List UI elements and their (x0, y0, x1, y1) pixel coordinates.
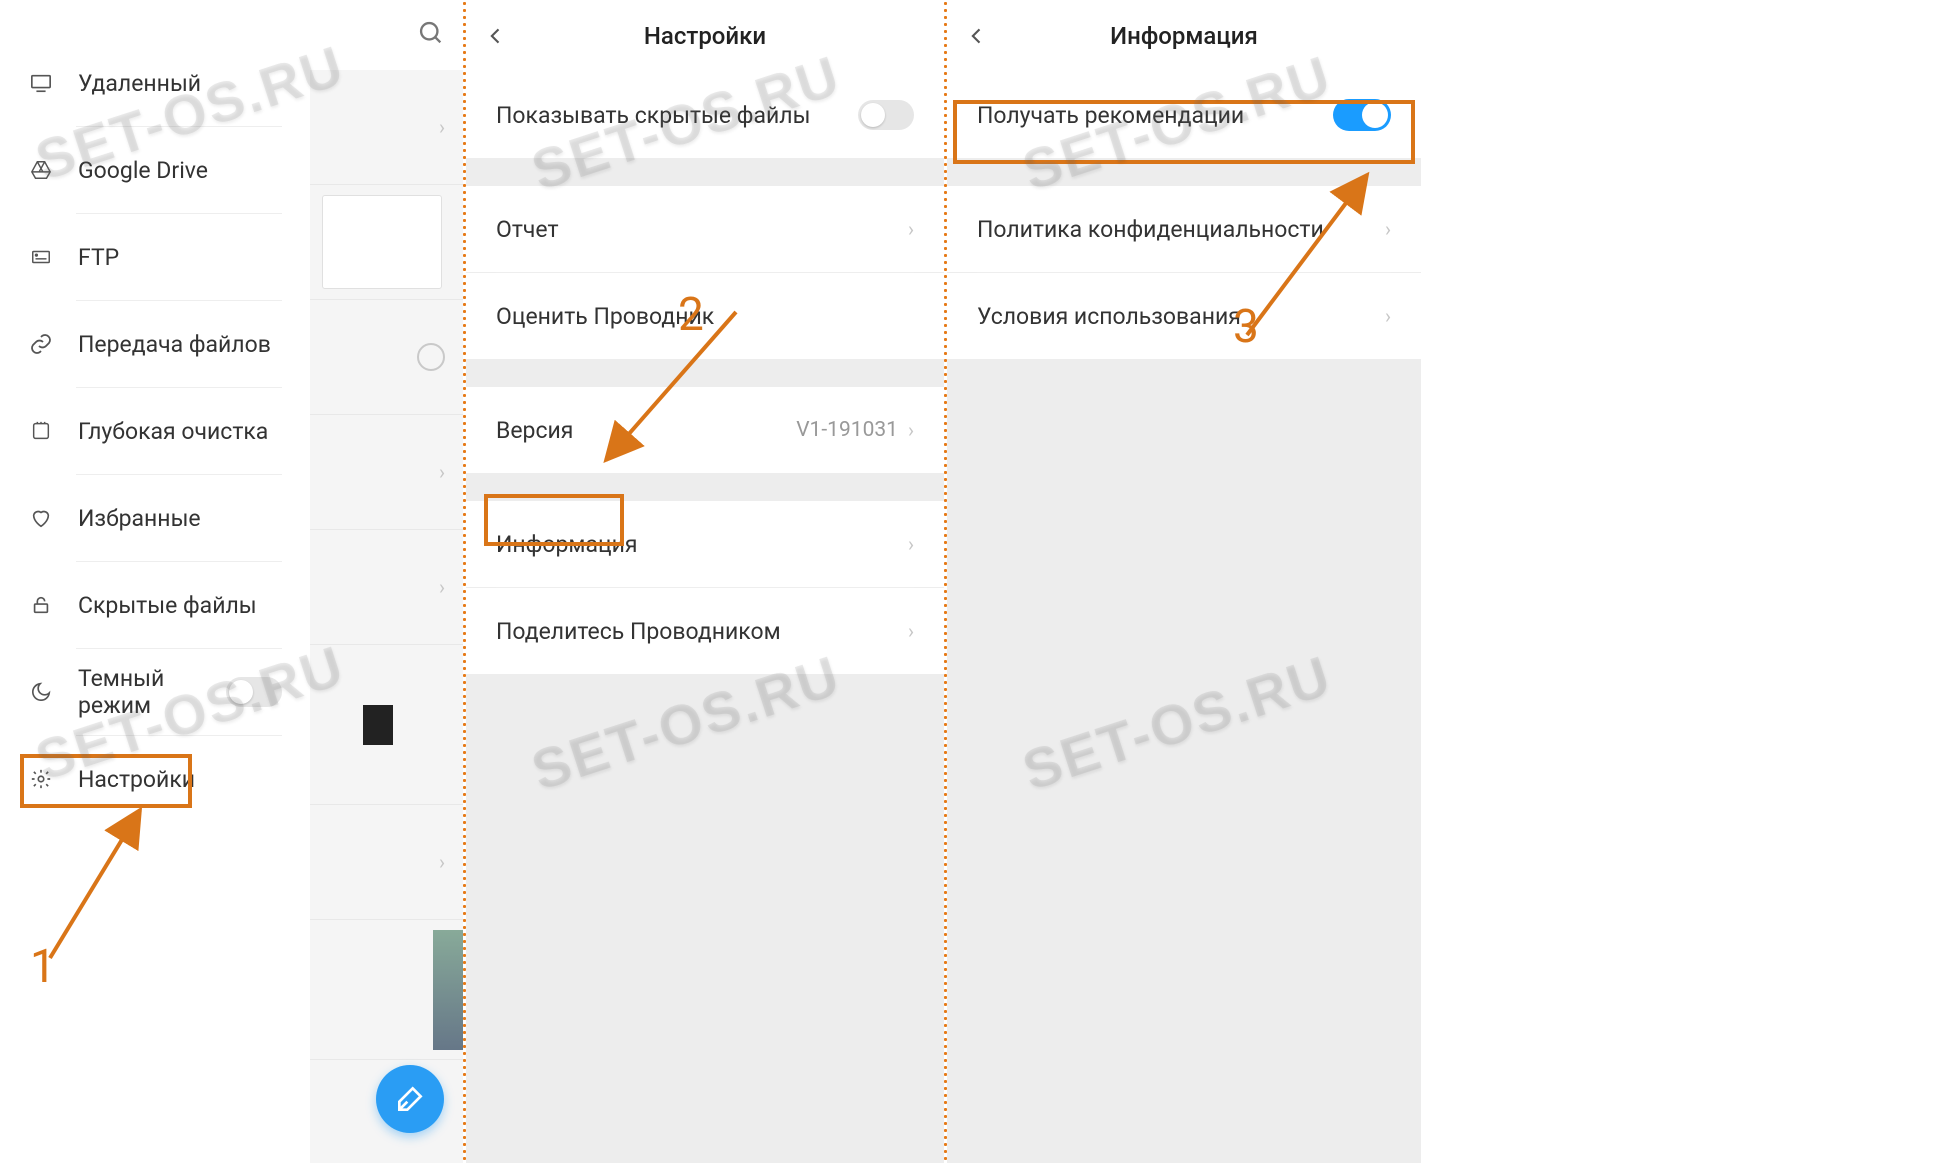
chevron-right-icon: › (908, 217, 914, 241)
menu-item-label: Глубокая очистка (78, 418, 282, 445)
row-label: Оценить Проводник (496, 303, 914, 330)
row-terms[interactable]: Условия использования › (947, 273, 1421, 359)
row-label: Информация (496, 531, 908, 558)
menu-item-label: Темный режим (78, 665, 226, 719)
page-title: Информация (1110, 22, 1258, 50)
row-version[interactable]: Версия V1-191031 › (466, 387, 944, 473)
menu-item-label: Передача файлов (78, 331, 282, 358)
chevron-right-icon: › (1385, 217, 1391, 241)
clean-fab[interactable] (376, 1065, 444, 1133)
row-label: Версия (496, 417, 796, 444)
hidden-files-toggle[interactable] (858, 100, 914, 130)
chevron-right-icon[interactable]: › (439, 115, 445, 139)
heart-icon (28, 505, 54, 531)
row-report[interactable]: Отчет › (466, 186, 944, 272)
chevron-right-icon[interactable]: › (439, 575, 445, 599)
menu-hidden-files[interactable]: Скрытые файлы (0, 562, 310, 648)
search-icon[interactable] (417, 19, 445, 51)
row-label: Условия использования (977, 303, 1385, 330)
chevron-right-icon: › (908, 418, 914, 442)
row-show-hidden[interactable]: Показывать скрытые файлы (466, 72, 944, 158)
menu-ftp[interactable]: FTP (0, 214, 310, 300)
panel-file-explorer: › › › › Удаленный Google D (0, 0, 463, 1163)
menu-item-label: Скрытые файлы (78, 592, 282, 619)
gear-icon (28, 766, 54, 792)
page-title: Настройки (644, 22, 766, 50)
row-privacy[interactable]: Политика конфиденциальности › (947, 186, 1421, 272)
menu-deep-clean[interactable]: Глубокая очистка (0, 388, 310, 474)
menu-settings[interactable]: Настройки (0, 736, 310, 822)
chevron-right-icon: › (908, 619, 914, 643)
image-thumbnail[interactable] (433, 930, 463, 1050)
gdrive-icon (28, 157, 54, 183)
chevron-right-icon[interactable]: › (439, 460, 445, 484)
annotation-step-number: 2 (678, 288, 704, 342)
row-label: Получать рекомендации (977, 102, 1333, 129)
file-thumbnail[interactable] (322, 195, 442, 289)
chevron-right-icon: › (908, 532, 914, 556)
dark-mode-toggle[interactable] (226, 677, 282, 707)
menu-item-label: Google Drive (78, 157, 282, 184)
row-label: Отчет (496, 216, 908, 243)
row-label: Политика конфиденциальности (977, 216, 1385, 243)
monitor-icon (28, 70, 54, 96)
annotation-step-number: 3 (1233, 300, 1259, 354)
ftp-icon (28, 244, 54, 270)
menu-transfer[interactable]: Передача файлов (0, 301, 310, 387)
menu-remote[interactable]: Удаленный (0, 40, 310, 126)
file-list-peek: › › › › (310, 0, 463, 1163)
annotation-step-number: 1 (30, 940, 56, 994)
clean-icon (28, 418, 54, 444)
file-thumbnail[interactable] (363, 705, 393, 745)
back-button[interactable] (961, 20, 993, 52)
row-recommendations[interactable]: Получать рекомендации (947, 72, 1421, 158)
header: Информация (947, 0, 1421, 72)
link-icon (28, 331, 54, 357)
menu-item-label: Настройки (78, 766, 282, 793)
chevron-right-icon[interactable]: › (439, 850, 445, 874)
panel-settings: Настройки Показывать скрытые файлы Отчет… (466, 0, 944, 1163)
menu-favorites[interactable]: Избранные (0, 475, 310, 561)
version-value: V1-191031 (796, 418, 898, 442)
menu-item-label: FTP (78, 244, 282, 271)
menu-item-label: Удаленный (78, 70, 282, 97)
select-radio[interactable] (417, 343, 445, 371)
chevron-right-icon: › (1385, 304, 1391, 328)
moon-icon (28, 679, 54, 705)
back-button[interactable] (480, 20, 512, 52)
menu-item-label: Избранные (78, 505, 282, 532)
panel-information: Информация Получать рекомендации Политик… (947, 0, 1421, 1163)
menu-dark-mode[interactable]: Темный режим (0, 649, 310, 735)
header: Настройки (466, 0, 944, 72)
recommendations-toggle[interactable] (1333, 99, 1391, 131)
row-rate[interactable]: Оценить Проводник (466, 273, 944, 359)
watermark: SET-OS.RU (1015, 642, 1339, 803)
lock-icon (28, 592, 54, 618)
row-information[interactable]: Информация › (466, 501, 944, 587)
row-label: Поделитесь Проводником (496, 618, 908, 645)
row-label: Показывать скрытые файлы (496, 102, 858, 129)
menu-gdrive[interactable]: Google Drive (0, 127, 310, 213)
row-share[interactable]: Поделитесь Проводником › (466, 588, 944, 674)
